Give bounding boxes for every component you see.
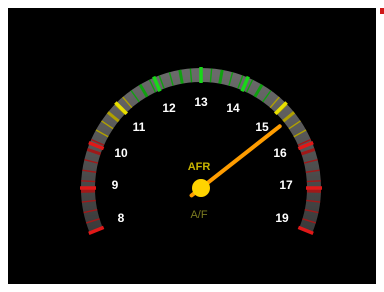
scale-label-8: 8: [118, 211, 125, 225]
scale-label-14: 14: [226, 101, 240, 115]
gauge-subtitle: A/F: [190, 209, 207, 221]
scale-label-17: 17: [279, 178, 293, 192]
gauge-title: AFR: [188, 161, 211, 173]
scale-label-10: 10: [114, 146, 128, 160]
needle-hub: [192, 179, 210, 197]
scale-label-15: 15: [255, 120, 269, 134]
scale-label-9: 9: [112, 178, 119, 192]
gauge-tick: [306, 180, 321, 183]
scale-label-13: 13: [194, 95, 208, 109]
gauge-tick: [81, 180, 96, 183]
screen: 8 9 10 11 12 13 14 15 16 17 19 AFR A/F: [0, 0, 384, 292]
gauge-scale-labels: 8 9 10 11 12 13 14 15 16 17 19: [112, 95, 293, 225]
scale-label-16: 16: [273, 146, 287, 160]
scale-label-12: 12: [162, 101, 176, 115]
afr-gauge: 8 9 10 11 12 13 14 15 16 17 19 AFR A/F: [80, 67, 322, 235]
scale-label-11: 11: [133, 120, 146, 134]
scale-label-19: 19: [275, 211, 289, 225]
